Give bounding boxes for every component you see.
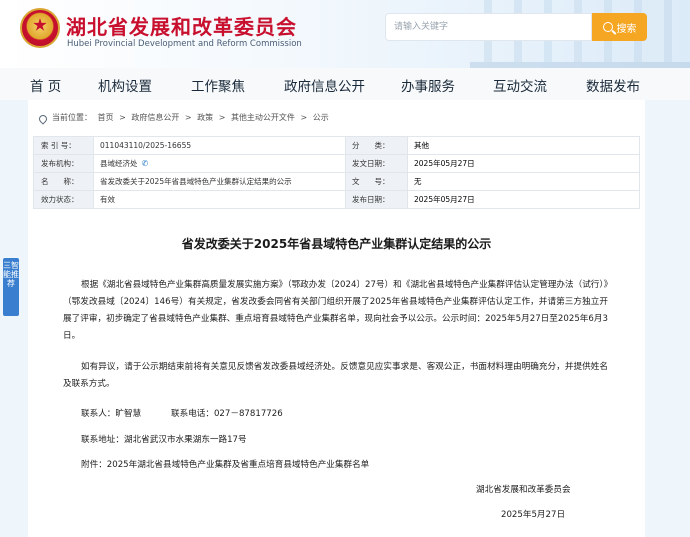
site-header: 湖北省发展和改革委员会 Hubei Provincial Development… [0,0,690,68]
smart-recommend-tab[interactable]: 三智能推荐 [3,258,19,316]
document-title: 省发改委关于2025年省县域特色产业集群认定结果的公示 [181,237,492,251]
document-signature: 湖北省发展和改革委员会 [476,485,571,495]
issuer-value: 县域经济处 [100,159,138,168]
table-row: 索 引 号： 011043110/2025-16655 分 类： 其他 [33,136,640,155]
breadcrumb-prefix: 当前位置： [52,113,92,122]
breadcrumb-home[interactable]: 首页 [98,113,114,122]
issuer-cell: 县域经济处 ✆ [93,154,346,173]
document-paragraph-1: 根据《湖北省县域特色产业集群高质量发展实施方案》（鄂政办发〔2024〕27号）和… [63,280,608,341]
doc-no-label: 文 号： [345,172,408,191]
site-title[interactable]: 湖北省发展和改革委员会 [66,11,297,40]
table-row: 名 称： 省发改委关于2025年省县域特色产业集群认定结果的公示 文 号： 无 [33,172,640,191]
main-nav: 首 页 机构设置 工作聚焦 政府信息公开 办事服务 互动交流 数据发布 [0,68,690,100]
contact-person: 联系人：旷智慧 [81,409,142,419]
national-emblem-icon[interactable] [20,8,60,48]
content-panel: 当前位置： 首页 > 政府信息公开 > 政策 > 其他主动公开文件 > 公示 索… [28,100,645,537]
publish-date-value: 2025年05月27日 [407,190,640,209]
category-value: 其他 [407,136,640,155]
table-row: 效力状态： 有效 发布日期： 2025年05月27日 [33,190,640,209]
breadcrumb-notice[interactable]: 公示 [313,113,329,122]
breadcrumb-separator: > [119,113,126,122]
search-icon [602,22,613,32]
breadcrumb-separator: > [300,113,308,122]
breadcrumb-separator: > [184,113,192,122]
issuer-label: 发布机构： [33,154,94,173]
phone-icon[interactable]: ✆ [142,159,149,168]
breadcrumb-separator: > [218,113,226,122]
nav-item-organization[interactable]: 机构设置 [98,75,152,95]
index-label: 索 引 号： [33,136,94,155]
name-value: 省发改委关于2025年省县域特色产业集群认定结果的公示 [93,172,346,191]
nav-item-work-focus[interactable]: 工作聚焦 [191,75,245,95]
validity-value: 有效 [93,190,346,209]
category-label: 分 类： [345,136,408,155]
nav-item-interaction[interactable]: 互动交流 [493,75,547,95]
nav-item-services[interactable]: 办事服务 [401,75,455,95]
document-paragraph-2: 如有异议，请于公示期结束前将有关意见反馈省发改委县域经济处。反馈意见应实事求是、… [63,362,608,389]
validity-label: 效力状态： [33,190,94,209]
nav-item-data[interactable]: 数据发布 [586,75,640,95]
issue-date-value: 2025年05月27日 [407,154,640,173]
breadcrumb-other-files[interactable]: 其他主动公开文件 [231,113,295,122]
nav-item-home[interactable]: 首 页 [30,75,61,95]
issue-date-label: 发文日期： [345,154,408,173]
doc-no-value: 无 [407,172,640,191]
location-icon [37,113,49,125]
search-button-label: 搜索 [616,23,637,35]
index-value: 011043110/2025-16655 [93,136,346,155]
attachment-link[interactable]: 附件：2025年湖北省县域特色产业集群及省重点培育县域特色产业集群名单 [81,458,369,470]
breadcrumb-policy[interactable]: 政策 [197,113,213,122]
name-label: 名 称： [33,172,94,191]
publish-date-label: 发布日期： [345,190,408,209]
nav-item-gov-info[interactable]: 政府信息公开 [284,75,365,95]
table-row: 发布机构： 县域经济处 ✆ 发文日期： 2025年05月27日 [33,154,640,173]
search-input[interactable] [385,13,592,41]
document-date: 2025年5月27日 [501,510,566,520]
contact-phone: 联系电话：027－87817726 [171,409,283,419]
contact-address: 联系地址：湖北省武汉市水果湖东一路17号 [81,435,247,445]
search-button[interactable]: 搜索 [592,13,647,41]
breadcrumb-gov-info[interactable]: 政府信息公开 [131,113,179,122]
document-meta-table: 索 引 号： 011043110/2025-16655 分 类： 其他 发布机构… [33,136,640,209]
site-subtitle: Hubei Provincial Development and Reform … [67,39,302,49]
breadcrumb: 当前位置： 首页 > 政府信息公开 > 政策 > 其他主动公开文件 > 公示 [52,112,332,123]
